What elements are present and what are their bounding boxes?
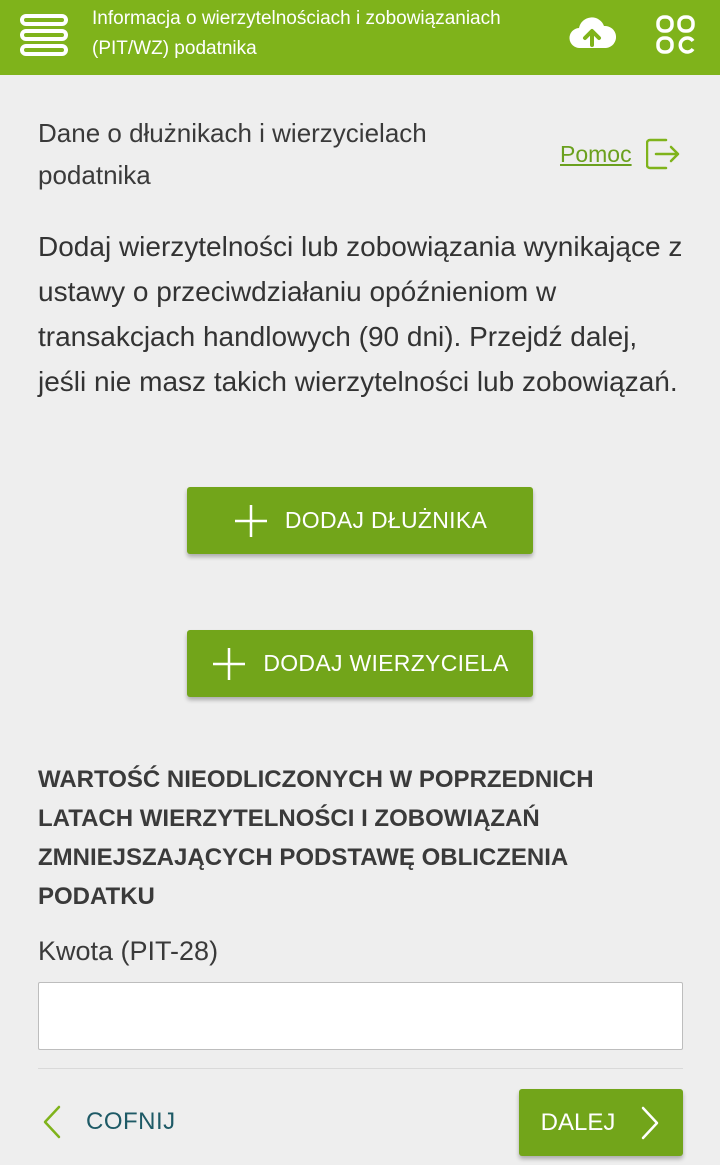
help-link[interactable]: Pomoc [560, 136, 680, 172]
apps-grid-icon[interactable] [655, 14, 697, 56]
help-label: Pomoc [560, 140, 632, 167]
add-debtor-label: DODAJ DŁUŻNIKA [284, 507, 488, 533]
amount-label: Kwota (PIT-28) [38, 936, 219, 966]
intro-text: Dodaj wierzytelności lub zobowiązania wy… [38, 231, 683, 397]
add-debtor-button[interactable]: DODAJ DŁUŻNIKA [187, 487, 533, 554]
amount-input[interactable] [38, 982, 683, 1050]
footer-divider [38, 1068, 683, 1069]
next-button[interactable]: DALEJ [519, 1089, 683, 1156]
section-title: Dane o dłużnikach i wierzycielach podatn… [38, 118, 427, 190]
cloud-upload-icon[interactable] [568, 14, 616, 54]
plus-icon [234, 504, 267, 537]
app-bar: Informacja o wierzytelnościach i zobowią… [0, 0, 720, 75]
chevron-right-icon [642, 1106, 659, 1139]
back-button[interactable]: COFNIJ [40, 1094, 176, 1150]
next-label: DALEJ [540, 1108, 616, 1136]
back-label: COFNIJ [86, 1108, 176, 1135]
menu-icon[interactable] [18, 10, 70, 60]
app-bar-title: Informacja o wierzytelnościach i zobowią… [92, 8, 501, 59]
value-section-heading: WARTOŚĆ NIEODLICZONYCH W POPRZEDNICH LAT… [38, 766, 594, 910]
add-creditor-button[interactable]: DODAJ WIERZYCIELA [187, 630, 533, 697]
add-creditor-label: DODAJ WIERZYCIELA [263, 650, 509, 676]
open-external-icon [645, 138, 679, 170]
plus-icon [213, 647, 246, 680]
chevron-left-icon [43, 1105, 61, 1139]
